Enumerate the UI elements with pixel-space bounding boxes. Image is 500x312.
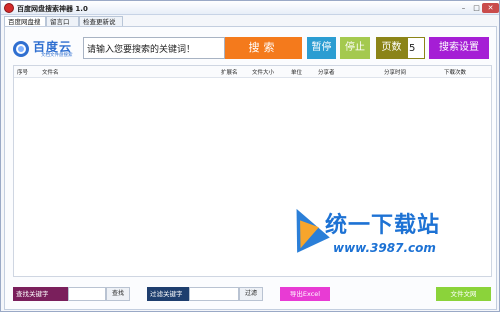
logo-subtitle: 文档文件盘搜索 — [41, 53, 73, 58]
find-button[interactable]: 查找 — [106, 287, 130, 301]
column-header[interactable]: 文件大小 — [252, 68, 274, 76]
column-header[interactable]: 扩展名 — [221, 68, 238, 76]
window-title: 百度网盘搜索神器 1.0 — [17, 5, 88, 13]
search-button[interactable]: 搜索 — [225, 37, 302, 59]
export-text-button[interactable]: 文件文网 — [436, 287, 491, 301]
stop-button[interactable]: 停止 — [340, 37, 370, 59]
watermark-brand: 统一下载站 — [325, 213, 441, 238]
find-keyword-input[interactable] — [68, 287, 106, 301]
column-header[interactable]: 下载次数 — [444, 68, 466, 76]
column-header[interactable]: 分享时间 — [384, 68, 406, 76]
watermark-logo: 统一下载站 www.3987.com — [280, 201, 481, 271]
pause-button[interactable]: 暂停 — [307, 37, 336, 59]
title-bar: 百度网盘搜索神器 1.0 – □ ✕ — [1, 1, 499, 15]
search-input[interactable] — [83, 37, 225, 59]
filter-keyword-input[interactable] — [189, 287, 239, 301]
column-header[interactable]: 单位 — [291, 68, 302, 76]
minimize-button[interactable]: – — [457, 3, 470, 13]
filter-button[interactable]: 过滤 — [239, 287, 263, 301]
table-header: 序号 文件名 扩展名 文件大小 单位 分享者 分享时间 下载次数 — [14, 66, 491, 78]
filter-keyword-label: 过滤关键字 — [147, 287, 189, 301]
search-settings-button[interactable]: 搜索设置 — [429, 37, 489, 59]
pages-input[interactable] — [407, 37, 425, 59]
pages-label: 页数 — [376, 37, 407, 59]
find-keyword-label: 查找关键字 — [13, 287, 68, 301]
watermark-url: www.3987.com — [333, 241, 436, 255]
app-logo-icon — [4, 3, 14, 13]
app-window: 百度网盘搜索神器 1.0 – □ ✕ 百度网盘搜索 留言口水 检查更新说明 百度… — [0, 0, 500, 312]
column-header[interactable]: 文件名 — [42, 68, 59, 76]
column-header[interactable]: 分享者 — [318, 68, 335, 76]
close-button[interactable]: ✕ — [482, 3, 499, 13]
cloud-icon — [13, 41, 29, 57]
column-header[interactable]: 序号 — [17, 68, 28, 76]
export-excel-button[interactable]: 导出Excel — [280, 287, 330, 301]
baidu-cloud-logo: 百度云 文档文件盘搜索 — [13, 37, 81, 61]
